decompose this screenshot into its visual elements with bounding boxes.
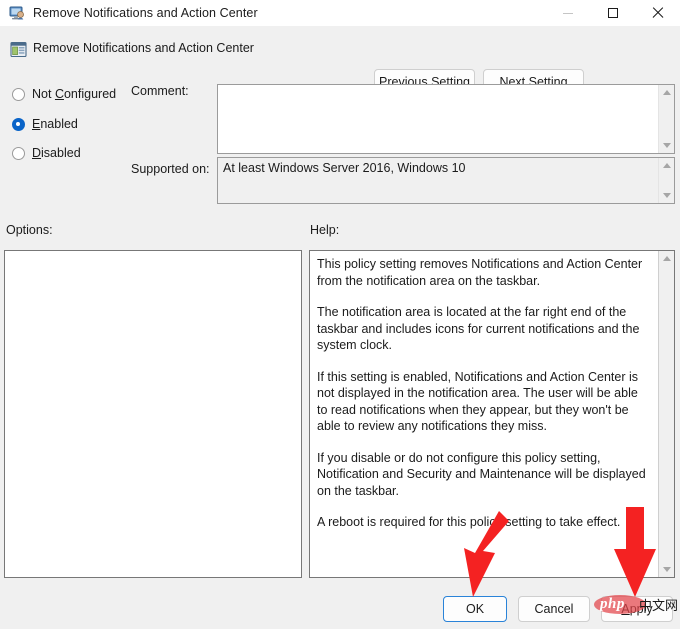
apply-accel: A [621, 602, 630, 616]
maximize-icon [607, 8, 618, 18]
radio-disabled[interactable]: Disabled [12, 145, 81, 161]
cancel-button[interactable]: Cancel [518, 596, 590, 622]
help-panel-content: This policy setting removes Notification… [310, 251, 658, 577]
maximize-button[interactable] [590, 0, 635, 26]
radio-disabled-indicator [12, 146, 25, 160]
group-policy-setting-dialog: Remove Notifications and Action Center R… [0, 0, 680, 629]
window-title: Remove Notifications and Action Center [33, 6, 258, 20]
window-controls [545, 0, 680, 26]
comment-label: Comment: [131, 84, 189, 98]
policy-header: Remove Notifications and Action Center P… [0, 38, 680, 94]
radio-enabled-indicator [12, 117, 25, 131]
chevron-up-icon [662, 163, 671, 168]
help-paragraph: The notification area is located at the … [317, 305, 640, 352]
minimize-icon [562, 12, 573, 14]
comment-scrollbar[interactable] [658, 85, 674, 153]
options-panel-content [5, 251, 301, 577]
apply-button[interactable]: Apply [601, 596, 673, 622]
options-label: Options: [6, 223, 53, 237]
policy-name-label: Remove Notifications and Action Center [33, 41, 254, 55]
radio-not-configured-label: Not Configured [32, 87, 117, 101]
title-bar[interactable]: Remove Notifications and Action Center [0, 0, 680, 26]
comment-input[interactable] [218, 85, 658, 153]
help-paragraph: This policy setting removes Notification… [317, 257, 643, 288]
chevron-up-icon [662, 90, 671, 95]
supported-on-scroll-up-button[interactable] [659, 158, 675, 173]
comment-scroll-up-button[interactable] [659, 85, 675, 100]
group-policy-setting-icon [10, 41, 27, 58]
close-button[interactable] [635, 0, 680, 26]
help-paragraph: A reboot is required for this policy set… [317, 515, 621, 529]
help-label: Help: [310, 223, 340, 237]
ok-button[interactable]: OK [443, 596, 507, 622]
help-paragraph: If you disable or do not configure this … [317, 450, 646, 498]
supported-on-scrollbar[interactable] [658, 158, 674, 203]
help-scroll-up-button[interactable] [659, 251, 675, 266]
supported-on-textbox[interactable]: At least Windows Server 2016, Windows 10 [217, 157, 675, 204]
comment-scroll-down-button[interactable] [659, 138, 675, 153]
radio-disabled-label: Disabled [32, 146, 81, 160]
supported-on-label: Supported on: [131, 162, 210, 176]
help-paragraph: If this setting is enabled, Notification… [317, 369, 639, 434]
policy-monitor-icon [9, 5, 25, 21]
help-scrollbar[interactable] [658, 251, 674, 577]
comment-textbox[interactable] [217, 84, 675, 154]
help-scroll-down-button[interactable] [659, 562, 675, 577]
radio-not-configured[interactable]: Not Configured [12, 86, 116, 102]
minimize-button[interactable] [545, 0, 590, 26]
supported-on-value: At least Windows Server 2016, Windows 10 [218, 158, 658, 203]
radio-enabled-label: Enabled [32, 117, 78, 131]
options-panel[interactable] [4, 250, 302, 578]
chevron-down-icon [662, 567, 671, 572]
radio-enabled[interactable]: Enabled [12, 116, 78, 132]
close-icon [652, 7, 664, 19]
help-panel[interactable]: This policy setting removes Notification… [309, 250, 675, 578]
radio-not-configured-indicator [12, 87, 25, 101]
dialog-body: Remove Notifications and Action Center P… [0, 26, 680, 629]
apply-label-rest: pply [629, 602, 653, 616]
chevron-up-icon [662, 256, 671, 261]
chevron-down-icon [662, 193, 671, 198]
supported-on-scroll-down-button[interactable] [659, 188, 675, 203]
chevron-down-icon [662, 143, 671, 148]
